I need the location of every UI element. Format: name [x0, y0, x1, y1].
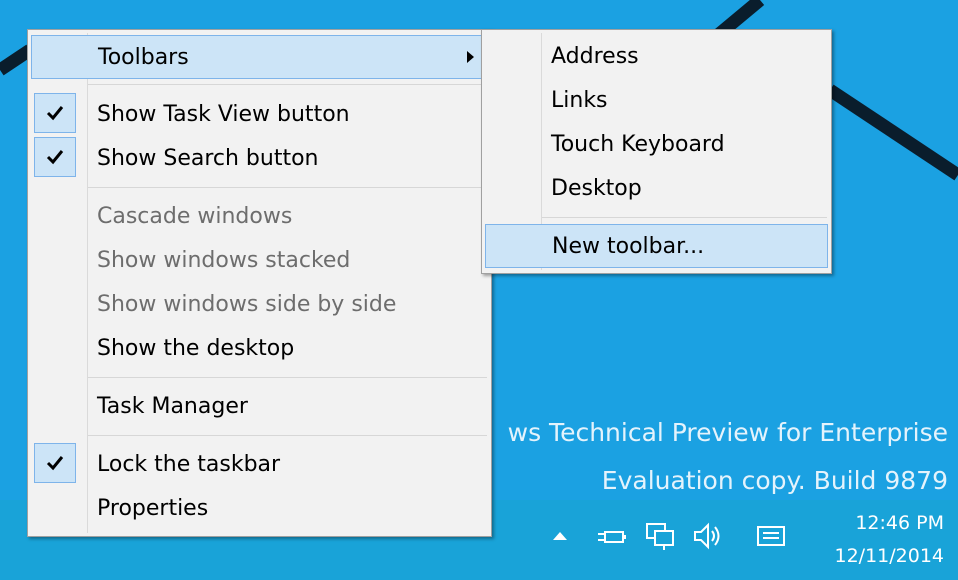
checkmark-icon — [34, 443, 76, 483]
menu-item-label: Show windows stacked — [97, 247, 351, 273]
menu-separator — [542, 217, 827, 218]
menu-separator — [88, 84, 487, 85]
submenu-item-address[interactable]: Address — [485, 34, 828, 78]
toolbars-submenu: Address Links Touch Keyboard Desktop New… — [481, 29, 832, 274]
menu-item-label: Address — [551, 43, 639, 69]
menu-item-label: Show the desktop — [97, 335, 295, 361]
menu-item-show-windows-side-by-side[interactable]: Show windows side by side — [31, 282, 488, 326]
menu-item-label: Lock the taskbar — [97, 451, 281, 477]
menu-item-label: Show Task View button — [97, 101, 350, 127]
clock-time[interactable]: 12:46 PM — [855, 512, 944, 534]
menu-separator — [88, 187, 487, 188]
menu-item-label: Properties — [97, 495, 209, 521]
menu-separator — [88, 435, 487, 436]
menu-item-label: Desktop — [551, 175, 642, 201]
menu-item-label: New toolbar... — [552, 233, 705, 259]
menu-item-cascade-windows[interactable]: Cascade windows — [31, 194, 488, 238]
menu-item-label: Toolbars — [98, 44, 189, 70]
submenu-item-desktop[interactable]: Desktop — [485, 166, 828, 210]
menu-item-label: Cascade windows — [97, 203, 293, 229]
menu-item-toolbars[interactable]: Toolbars — [31, 35, 488, 79]
menu-item-show-task-view[interactable]: Show Task View button — [31, 92, 488, 136]
checkmark-icon — [34, 93, 76, 133]
network-icon[interactable] — [644, 520, 676, 552]
menu-item-show-search[interactable]: Show Search button — [31, 136, 488, 180]
submenu-item-links[interactable]: Links — [485, 78, 828, 122]
checkmark-icon — [34, 137, 76, 177]
clock-date[interactable]: 12/11/2014 — [834, 545, 944, 567]
menu-item-label: Show Search button — [97, 145, 319, 171]
submenu-item-touch-keyboard[interactable]: Touch Keyboard — [485, 122, 828, 166]
action-center-icon[interactable] — [755, 520, 787, 552]
menu-item-label: Links — [551, 87, 608, 113]
menu-separator — [88, 377, 487, 378]
menu-item-lock-taskbar[interactable]: Lock the taskbar — [31, 442, 488, 486]
submenu-arrow-icon — [467, 51, 474, 63]
watermark-line-2: Evaluation copy. Build 9879 — [601, 466, 948, 495]
watermark-line-1: ws Technical Preview for Enterprise — [507, 418, 948, 447]
taskbar-context-menu: Toolbars Show Task View button Show Sear… — [27, 29, 492, 537]
submenu-item-new-toolbar[interactable]: New toolbar... — [485, 224, 828, 268]
menu-item-show-windows-stacked[interactable]: Show windows stacked — [31, 238, 488, 282]
menu-item-label: Task Manager — [97, 393, 248, 419]
volume-icon[interactable] — [692, 520, 724, 552]
menu-item-label: Touch Keyboard — [551, 131, 725, 157]
power-icon[interactable] — [596, 520, 628, 552]
menu-item-properties[interactable]: Properties — [31, 486, 488, 530]
menu-item-task-manager[interactable]: Task Manager — [31, 384, 488, 428]
chevron-up-icon[interactable] — [544, 520, 576, 552]
menu-item-show-desktop[interactable]: Show the desktop — [31, 326, 488, 370]
menu-item-label: Show windows side by side — [97, 291, 397, 317]
